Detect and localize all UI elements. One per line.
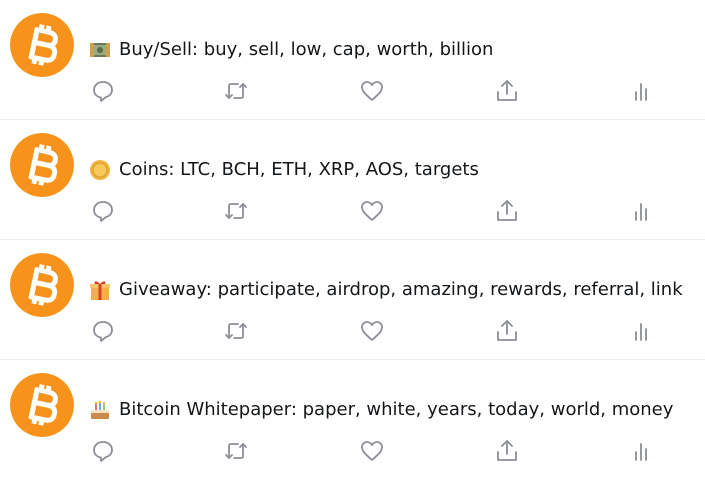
bitcoin-avatar[interactable]	[10, 13, 74, 77]
coin-emoji-icon	[90, 160, 110, 180]
cake-emoji-icon	[91, 400, 109, 419]
analytics-icon[interactable]	[628, 318, 654, 344]
analytics-icon[interactable]	[628, 78, 654, 104]
money-bag-emoji-icon	[90, 43, 110, 57]
like-icon[interactable]	[359, 438, 385, 464]
share-icon[interactable]	[494, 78, 520, 104]
tweet-actions	[0, 198, 705, 224]
share-icon[interactable]	[494, 198, 520, 224]
tweet-text-row: Buy/Sell: buy, sell, low, cap, worth, bi…	[89, 38, 493, 62]
tweet-text: Bitcoin Whitepaper: paper, white, years,…	[119, 399, 674, 420]
retweet-icon[interactable]	[223, 198, 249, 224]
tweet[interactable]: Buy/Sell: buy, sell, low, cap, worth, bi…	[0, 0, 705, 120]
tweet-text-row: Coins: LTC, BCH, ETH, XRP, AOS, targets	[89, 158, 479, 182]
gift-emoji-icon	[90, 281, 110, 300]
like-icon[interactable]	[359, 318, 385, 344]
tweet-text-row: Giveaway: participate, airdrop, amazing,…	[89, 278, 683, 302]
tweet-text: Coins: LTC, BCH, ETH, XRP, AOS, targets	[119, 159, 479, 180]
reply-icon[interactable]	[90, 438, 116, 464]
tweet-actions	[0, 78, 705, 104]
share-icon[interactable]	[494, 318, 520, 344]
analytics-icon[interactable]	[628, 198, 654, 224]
like-icon[interactable]	[359, 78, 385, 104]
reply-icon[interactable]	[90, 78, 116, 104]
bitcoin-avatar[interactable]	[10, 253, 74, 317]
retweet-icon[interactable]	[223, 78, 249, 104]
bitcoin-avatar[interactable]	[10, 133, 74, 197]
tweet-text: Giveaway: participate, airdrop, amazing,…	[119, 279, 683, 300]
tweet-actions	[0, 318, 705, 344]
like-icon[interactable]	[359, 198, 385, 224]
reply-icon[interactable]	[90, 318, 116, 344]
tweet[interactable]: Bitcoin Whitepaper: paper, white, years,…	[0, 360, 705, 480]
bitcoin-avatar[interactable]	[10, 373, 74, 437]
retweet-icon[interactable]	[223, 318, 249, 344]
analytics-icon[interactable]	[628, 438, 654, 464]
reply-icon[interactable]	[90, 198, 116, 224]
tweet-actions	[0, 438, 705, 464]
tweet-text-row: Bitcoin Whitepaper: paper, white, years,…	[89, 398, 673, 422]
tweet[interactable]: Coins: LTC, BCH, ETH, XRP, AOS, targets	[0, 120, 705, 240]
retweet-icon[interactable]	[223, 438, 249, 464]
share-icon[interactable]	[494, 438, 520, 464]
tweet-feed: Buy/Sell: buy, sell, low, cap, worth, bi…	[0, 0, 705, 471]
tweet[interactable]: Giveaway: participate, airdrop, amazing,…	[0, 240, 705, 360]
tweet-text: Buy/Sell: buy, sell, low, cap, worth, bi…	[119, 39, 494, 60]
